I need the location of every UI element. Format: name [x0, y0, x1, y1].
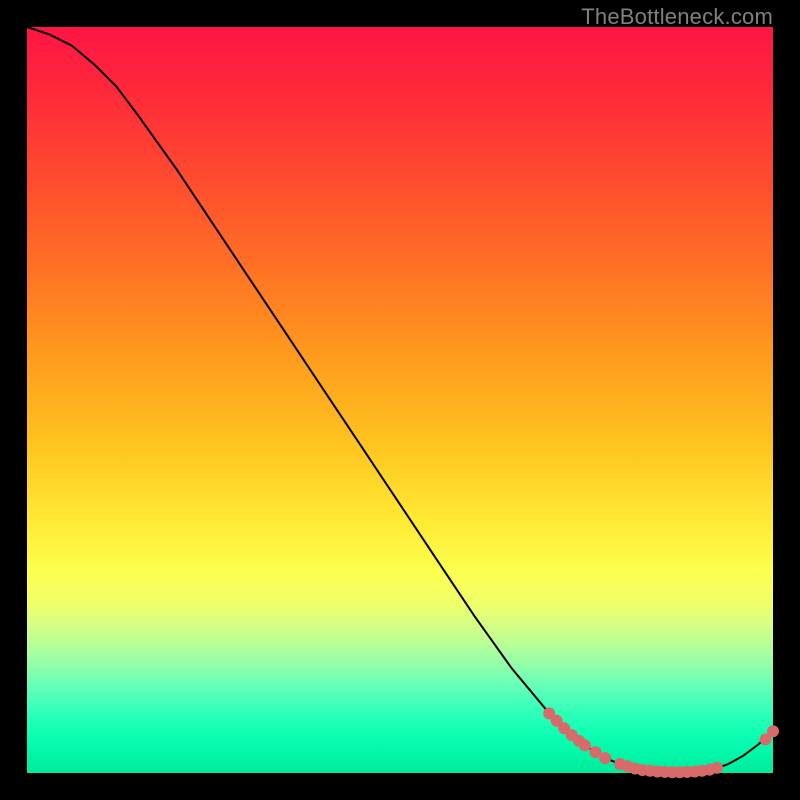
data-marker [767, 725, 779, 737]
marker-group [543, 707, 779, 778]
data-marker [599, 752, 611, 764]
chart-plot [27, 27, 773, 773]
data-marker [711, 762, 723, 774]
bottleneck-curve [27, 27, 773, 772]
data-marker [579, 739, 591, 751]
